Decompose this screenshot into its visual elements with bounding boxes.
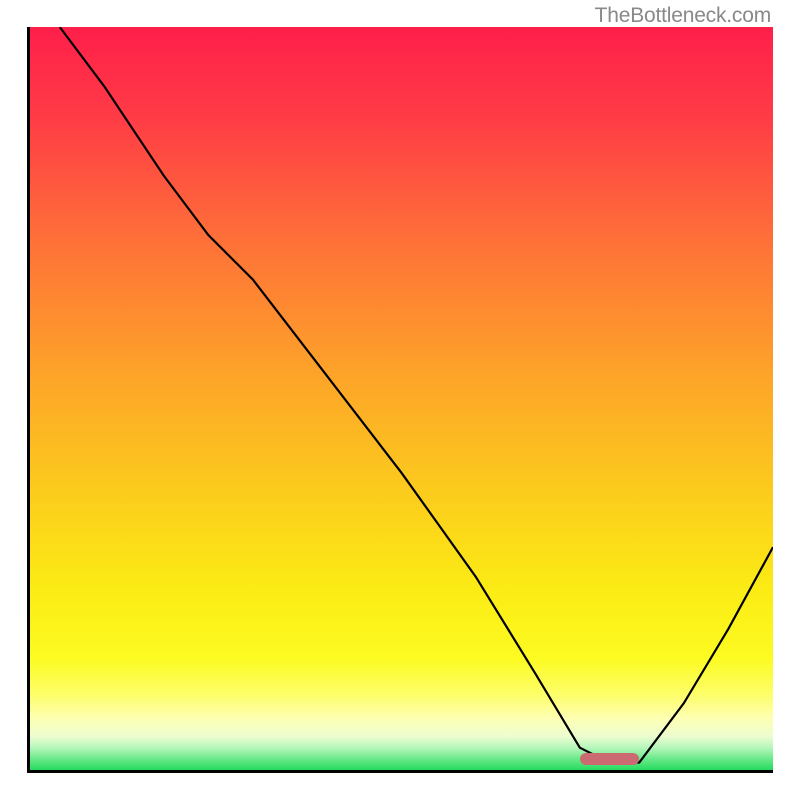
optimal-marker bbox=[580, 753, 639, 765]
gradient-background bbox=[30, 27, 773, 770]
chart-container: TheBottleneck.com bbox=[0, 0, 800, 800]
plot-area bbox=[27, 27, 773, 773]
watermark-text: TheBottleneck.com bbox=[595, 4, 771, 28]
